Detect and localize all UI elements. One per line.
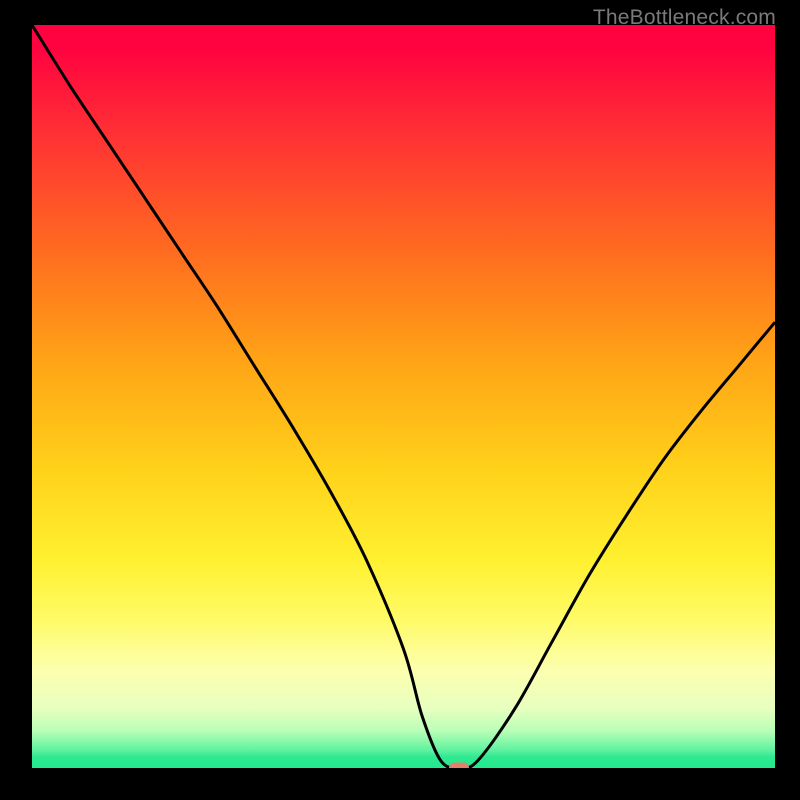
optimum-marker xyxy=(449,763,469,769)
chart-stage: TheBottleneck.com xyxy=(0,0,800,800)
plot-area xyxy=(32,25,775,768)
bottleneck-curve xyxy=(32,25,775,768)
